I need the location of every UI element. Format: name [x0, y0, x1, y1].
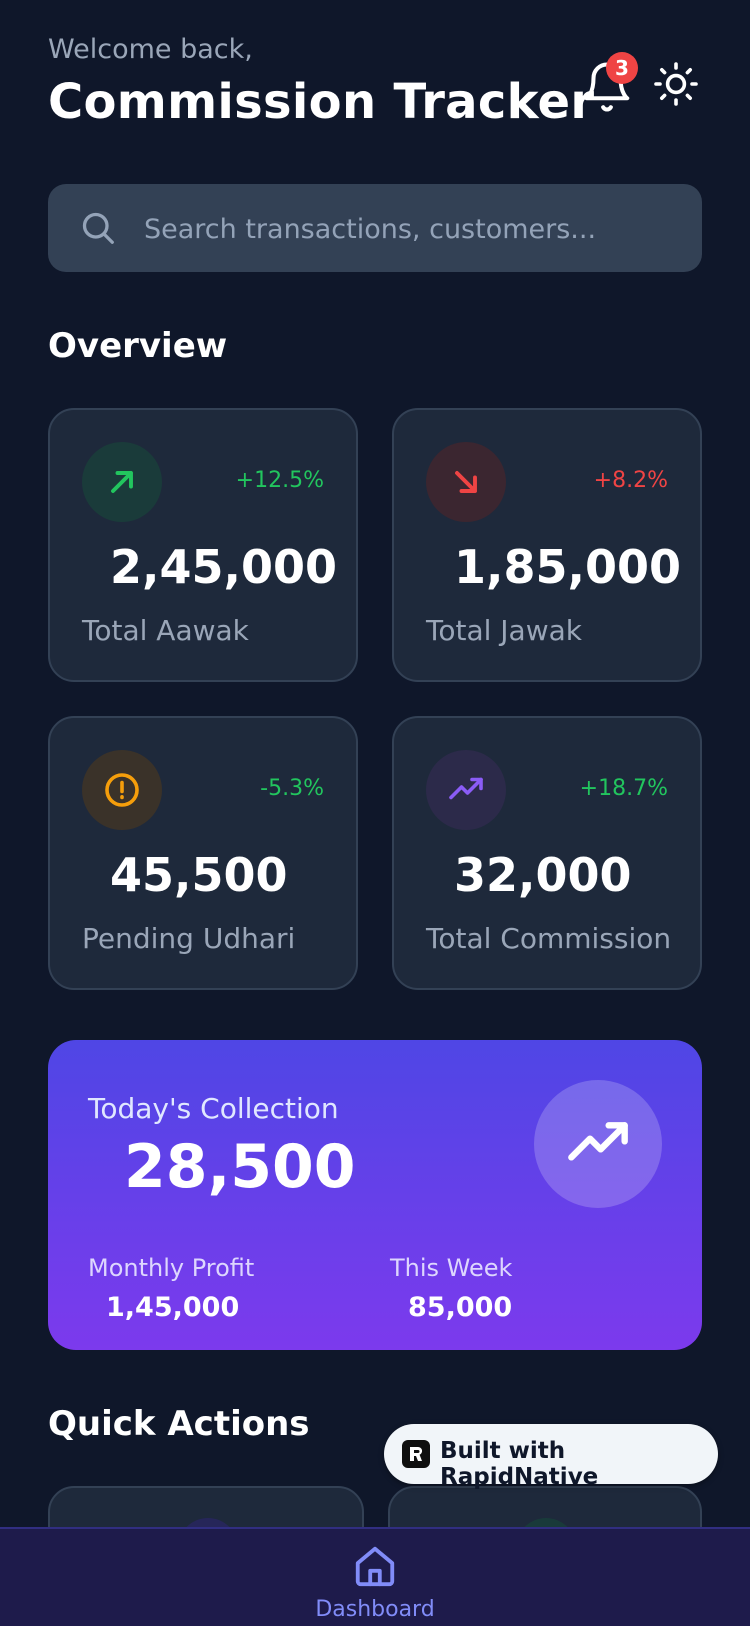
this-week-label: This Week — [390, 1254, 513, 1282]
page-title: Commission Tracker — [48, 74, 595, 130]
stat-label: Total Jawak — [426, 614, 582, 647]
stat-icon-wrapper — [426, 442, 506, 522]
stat-change: +12.5% — [235, 468, 324, 493]
stat-label: Total Commission — [426, 922, 672, 955]
bottom-nav: Dashboard — [0, 1527, 750, 1626]
sun-icon[interactable] — [652, 60, 700, 108]
arrow-up-right-icon — [111, 471, 133, 493]
header: Welcome back, Commission Tracker 3 — [48, 34, 702, 144]
stat-value: 32,000 — [454, 848, 632, 902]
trending-up-icon — [568, 1122, 628, 1161]
stat-value: 2,45,000 — [110, 540, 337, 594]
search-icon — [82, 212, 114, 244]
search-input[interactable] — [142, 184, 686, 274]
stat-icon-wrapper — [82, 750, 162, 830]
alert-circle-icon — [105, 773, 139, 807]
stat-card-total-aawak[interactable]: +12.5% 2,45,000 Total Aawak — [48, 408, 358, 682]
built-with-badge[interactable]: Built with RapidNative — [384, 1424, 718, 1490]
todays-collection-card[interactable]: Today's Collection 28,500 Monthly Profit… — [48, 1040, 702, 1350]
home-icon[interactable] — [352, 1543, 398, 1589]
built-with-text: Built with RapidNative — [440, 1438, 599, 1490]
quick-actions-title: Quick Actions — [48, 1404, 310, 1444]
arrow-down-right-icon — [455, 471, 477, 493]
stat-value: 1,85,000 — [454, 540, 681, 594]
stat-card-pending-udhari[interactable]: -5.3% 45,500 Pending Udhari — [48, 716, 358, 990]
search-bar[interactable] — [48, 184, 702, 274]
welcome-text: Welcome back, — [48, 34, 253, 65]
this-week-value: 85,000 — [408, 1292, 513, 1323]
stat-label: Total Aawak — [82, 614, 249, 647]
stat-card-total-commission[interactable]: +18.7% 32,000 Total Commission — [392, 716, 702, 990]
stat-change: +18.7% — [579, 776, 668, 801]
monthly-profit-label: Monthly Profit — [88, 1254, 255, 1282]
notification-badge: 3 — [606, 52, 638, 84]
stat-label: Pending Udhari — [82, 922, 296, 955]
stat-icon-wrapper — [82, 442, 162, 522]
stat-change: -5.3% — [260, 776, 324, 801]
stat-card-total-jawak[interactable]: +8.2% 1,85,000 Total Jawak — [392, 408, 702, 682]
trending-up-icon — [449, 777, 483, 800]
overview-title: Overview — [48, 326, 228, 366]
rapidnative-logo-icon — [402, 1440, 430, 1468]
stat-icon-wrapper — [426, 750, 506, 830]
stat-change: +8.2% — [593, 468, 668, 493]
collection-label: Today's Collection — [88, 1092, 339, 1125]
collection-value: 28,500 — [124, 1132, 356, 1202]
monthly-profit-value: 1,45,000 — [106, 1292, 240, 1323]
stat-value: 45,500 — [110, 848, 288, 902]
collection-icon-wrapper — [534, 1080, 662, 1208]
nav-item-dashboard[interactable]: Dashboard — [0, 1597, 750, 1622]
